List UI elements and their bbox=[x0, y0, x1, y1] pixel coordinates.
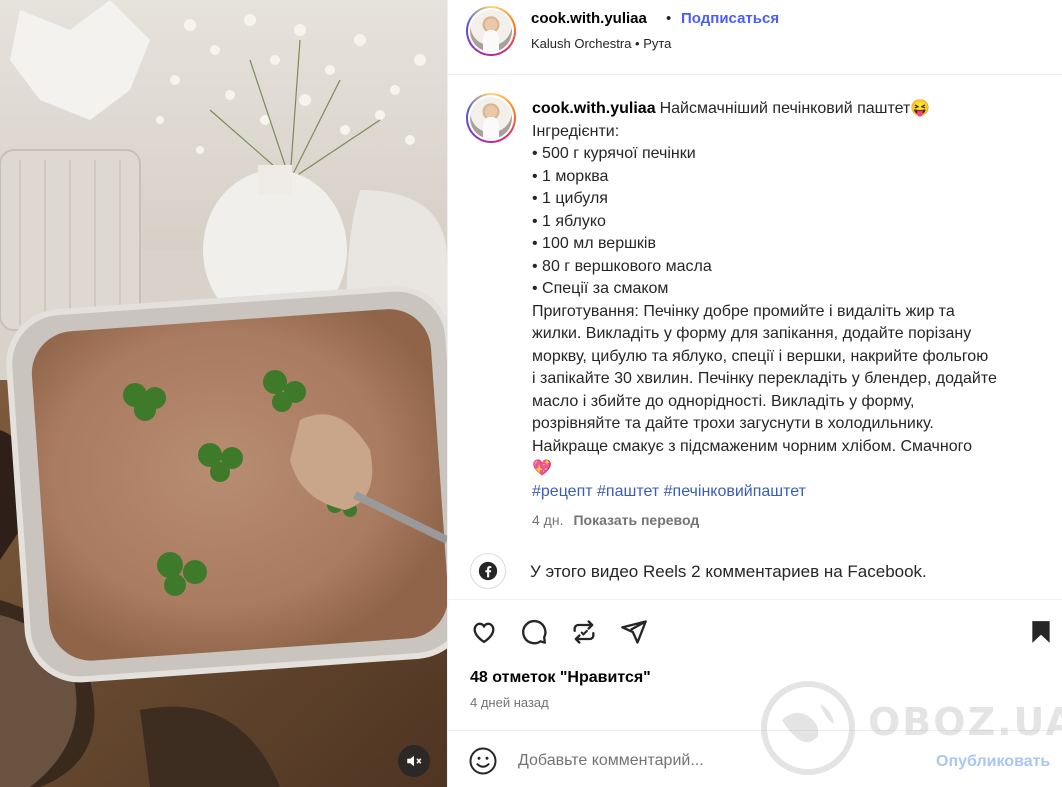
share-button[interactable] bbox=[618, 616, 650, 648]
caption-text: cook.with.yuliaa Найсмачніший печінковий … bbox=[532, 98, 1032, 503]
caption-line: cook.with.yuliaa Найсмачніший печінковий … bbox=[532, 100, 931, 117]
repost-button[interactable] bbox=[568, 616, 600, 648]
like-button[interactable] bbox=[468, 616, 500, 648]
caption-line: • 1 цибуля bbox=[532, 190, 608, 207]
comment-button[interactable] bbox=[518, 616, 550, 648]
caption-line: • Спеції за смаком bbox=[532, 280, 669, 297]
emoji-button[interactable] bbox=[468, 746, 498, 776]
caption-block: cook.with.yuliaa Найсмачніший печінковий … bbox=[448, 75, 1062, 545]
caption-line: 💖 bbox=[532, 460, 552, 477]
avatar[interactable] bbox=[466, 6, 516, 56]
separator-dot: • bbox=[666, 10, 672, 27]
comment-composer: Опубликовать bbox=[448, 730, 1062, 787]
hashtag-link[interactable]: #паштет bbox=[597, 483, 659, 500]
facebook-comments-row[interactable]: У этого видео Reels 2 комментариев на Fa… bbox=[448, 545, 1062, 600]
caption-meta: 4 дн. Показать перевод bbox=[532, 512, 699, 528]
audio-track-link[interactable]: Kalush Orchestra • Рута bbox=[531, 36, 671, 51]
caption-line: • 500 г курячої печінки bbox=[532, 145, 696, 162]
caption-line: Приготування: Печінку добре промийте і в… bbox=[532, 302, 955, 320]
emoji-icon bbox=[469, 747, 497, 775]
caption-line: моркву, цибулю та яблуко, спеції і вершк… bbox=[532, 347, 989, 365]
caption-line: • 100 мл вершків bbox=[532, 235, 656, 252]
caption-line: і запікайте 30 хвилин. Печінку перекладі… bbox=[532, 370, 997, 387]
follow-button[interactable]: Подписаться bbox=[681, 10, 779, 27]
caption-line: • 80 г вершкового масла bbox=[532, 257, 712, 275]
save-button[interactable] bbox=[1025, 616, 1057, 648]
likes-count[interactable]: 48 отметок "Нравится" bbox=[470, 669, 651, 687]
volume-off-icon bbox=[407, 755, 422, 767]
caption-line: Інгредієнти: bbox=[532, 122, 620, 140]
caption-line: • 1 морква bbox=[532, 167, 609, 185]
facebook-comments-text: У этого видео Reels 2 комментариев на Fa… bbox=[530, 562, 927, 581]
post-panel: cook.with.yuliaa • Подписаться Kalush Or… bbox=[447, 0, 1062, 787]
caption-username[interactable]: cook.with.yuliaa bbox=[532, 100, 656, 117]
bookmark-icon bbox=[1032, 621, 1050, 643]
food-photo bbox=[0, 0, 447, 787]
caption-line: розрівняйте та дайте трохи загуснути в х… bbox=[532, 415, 934, 432]
share-icon bbox=[621, 620, 647, 644]
publish-button[interactable]: Опубликовать bbox=[936, 753, 1050, 771]
caption-line: Найкраще смакує з підсмаженим чорним хлі… bbox=[532, 437, 973, 455]
caption-line: жилки. Викладіть у форму для запікання, … bbox=[532, 325, 972, 342]
post-media[interactable] bbox=[0, 0, 447, 787]
comment-input[interactable] bbox=[518, 747, 918, 775]
post-age: 4 дн. bbox=[532, 512, 564, 528]
heart-icon bbox=[473, 622, 495, 644]
action-bar bbox=[448, 612, 1062, 652]
hashtag-list: #рецепт #паштет #печінковийпаштет bbox=[532, 481, 1032, 504]
caption-avatar[interactable] bbox=[466, 93, 516, 143]
caption-line: • 1 яблуко bbox=[532, 212, 606, 230]
translate-link[interactable]: Показать перевод bbox=[573, 512, 699, 528]
caption-line: масло і збийте до однорідності. Викладіт… bbox=[532, 392, 915, 410]
facebook-icon bbox=[470, 553, 506, 589]
hashtag-link[interactable]: #печінковийпаштет bbox=[664, 483, 806, 500]
author-username[interactable]: cook.with.yuliaa bbox=[531, 10, 647, 27]
repost-icon bbox=[573, 620, 595, 644]
post-header: cook.with.yuliaa • Подписаться Kalush Or… bbox=[448, 0, 1062, 75]
comment-icon bbox=[522, 619, 547, 645]
hashtag-link[interactable]: #рецепт bbox=[532, 483, 593, 500]
mute-button[interactable] bbox=[398, 745, 430, 777]
post-date: 4 дней назад bbox=[470, 695, 549, 710]
